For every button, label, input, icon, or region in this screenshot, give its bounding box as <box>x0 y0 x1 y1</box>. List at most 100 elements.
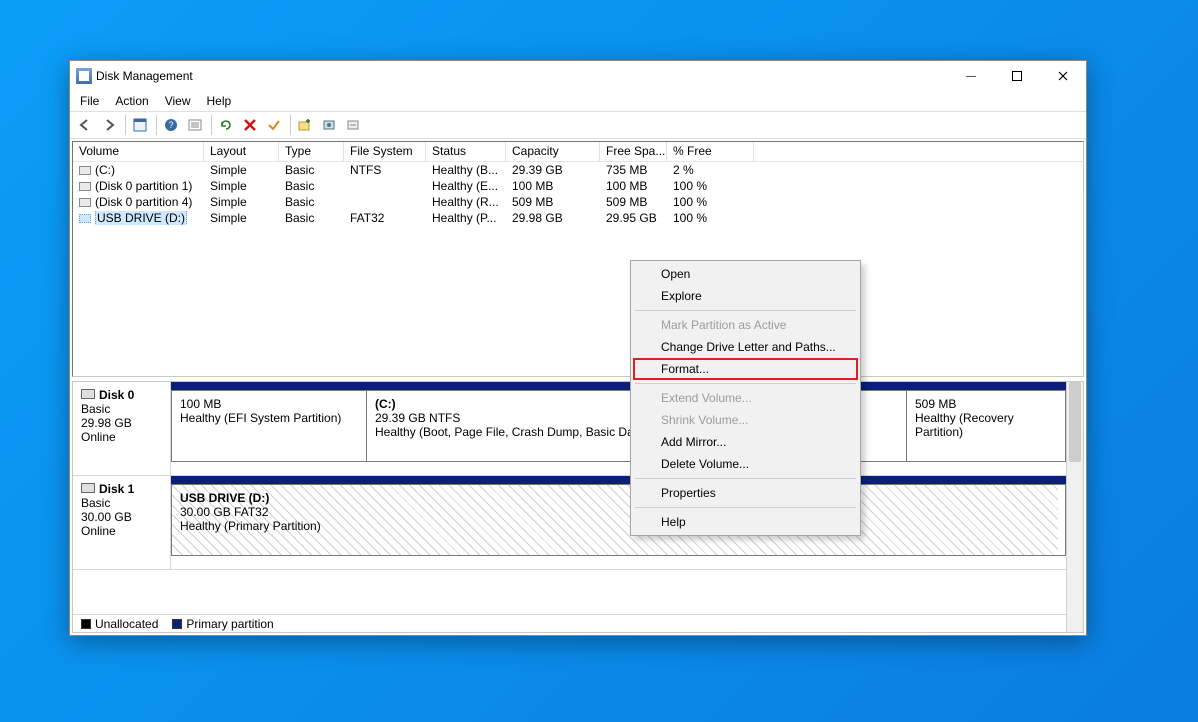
disk-kind: Basic <box>81 402 162 416</box>
properties-button[interactable] <box>184 114 206 136</box>
disk-stripe <box>171 382 1066 390</box>
disk-state: Online <box>81 430 162 444</box>
disk-label-panel[interactable]: Disk 0Basic29.98 GBOnline <box>73 382 171 475</box>
context-menu[interactable]: OpenExplore Mark Partition as ActiveChang… <box>630 260 861 536</box>
legend-primary: Primary partition <box>172 617 273 631</box>
close-button[interactable] <box>1040 61 1086 91</box>
app-icon <box>76 68 92 84</box>
legend: Unallocated Primary partition <box>73 614 1066 632</box>
disk-size: 29.98 GB <box>81 416 162 430</box>
back-arrow-icon <box>78 118 92 132</box>
toolbar: ? <box>70 111 1086 139</box>
cell: 29.39 GB <box>506 163 600 177</box>
cell: Simple <box>204 211 279 225</box>
volume-name: (Disk 0 partition 4) <box>95 195 192 209</box>
vertical-scrollbar[interactable] <box>1066 382 1083 632</box>
cell: Simple <box>204 179 279 193</box>
col-capacity[interactable]: Capacity <box>506 142 600 161</box>
volume-name: USB DRIVE (D:) <box>95 211 187 225</box>
volume-row[interactable]: (C:)SimpleBasicNTFSHealthy (B...29.39 GB… <box>73 162 1083 178</box>
col-status[interactable]: Status <box>426 142 506 161</box>
cell: (C:) <box>73 163 204 177</box>
menu-file[interactable]: File <box>72 92 107 110</box>
legend-swatch-unallocated <box>81 619 91 629</box>
maximize-button[interactable] <box>994 61 1040 91</box>
menu-item-delete-volume[interactable]: Delete Volume... <box>633 453 858 475</box>
legend-label: Primary partition <box>186 617 273 631</box>
titlebar[interactable]: Disk Management — <box>70 61 1086 91</box>
disk-bar: USB DRIVE (D:)30.00 GB FAT32Healthy (Pri… <box>171 476 1066 569</box>
partition[interactable]: 100 MBHealthy (EFI System Partition) <box>172 391 367 461</box>
cell: Healthy (R... <box>426 195 506 209</box>
menu-item-change-drive-letter-and-paths[interactable]: Change Drive Letter and Paths... <box>633 336 858 358</box>
refresh-button[interactable] <box>215 114 237 136</box>
menu-item-help[interactable]: Help <box>633 511 858 533</box>
col-spacer <box>754 142 1083 161</box>
detach-icon <box>346 118 360 132</box>
partition-group: 100 MBHealthy (EFI System Partition)(C:)… <box>171 390 1066 462</box>
volume-icon <box>79 198 91 207</box>
disk-label-panel[interactable]: Disk 1Basic30.00 GBOnline <box>73 476 171 569</box>
col-volume[interactable]: Volume <box>73 142 204 161</box>
partition[interactable]: 509 MBHealthy (Recovery Partition) <box>907 391 1057 461</box>
menu-help[interactable]: Help <box>199 92 240 110</box>
partition-size: 509 MB <box>915 397 1049 411</box>
disk-icon <box>81 483 95 493</box>
minimize-button[interactable]: — <box>948 61 994 91</box>
disk-row: Disk 0Basic29.98 GBOnline100 MBHealthy (… <box>73 382 1066 476</box>
forward-button[interactable] <box>98 114 120 136</box>
menu-item-properties[interactable]: Properties <box>633 482 858 504</box>
menu-view[interactable]: View <box>157 92 199 110</box>
partition-group: USB DRIVE (D:)30.00 GB FAT32Healthy (Pri… <box>171 484 1066 556</box>
menu-action[interactable]: Action <box>107 92 156 110</box>
partition[interactable]: USB DRIVE (D:)30.00 GB FAT32Healthy (Pri… <box>172 485 1058 555</box>
cell: Healthy (P... <box>426 211 506 225</box>
col-filesystem[interactable]: File System <box>344 142 426 161</box>
volume-icon <box>79 182 91 191</box>
volume-row[interactable]: USB DRIVE (D:)SimpleBasicFAT32Healthy (P… <box>73 210 1083 226</box>
menu-item-explore[interactable]: Explore <box>633 285 858 307</box>
delete-button[interactable] <box>239 114 261 136</box>
detach-vhd-button[interactable] <box>342 114 364 136</box>
maximize-icon <box>1012 71 1022 81</box>
cell: 100 MB <box>506 179 600 193</box>
menu-separator <box>635 507 856 508</box>
disk-map-pane: Disk 0Basic29.98 GBOnline100 MBHealthy (… <box>72 381 1084 633</box>
attach-icon <box>322 118 336 132</box>
disk-row: Disk 1Basic30.00 GBOnlineUSB DRIVE (D:)3… <box>73 476 1066 570</box>
col-layout[interactable]: Layout <box>204 142 279 161</box>
cell: 100 % <box>667 179 754 193</box>
disk-bar: 100 MBHealthy (EFI System Partition)(C:)… <box>171 382 1066 475</box>
check-icon <box>267 118 281 132</box>
attach-vhd-button[interactable] <box>318 114 340 136</box>
create-vhd-button[interactable] <box>294 114 316 136</box>
cell: Simple <box>204 195 279 209</box>
menu-item-format[interactable]: Format... <box>633 358 858 380</box>
disk-name: Disk 1 <box>99 482 134 496</box>
volume-list-pane: Volume Layout Type File System Status Ca… <box>72 141 1084 377</box>
volume-rows: (C:)SimpleBasicNTFSHealthy (B...29.39 GB… <box>73 162 1083 352</box>
volume-row[interactable]: (Disk 0 partition 4)SimpleBasicHealthy (… <box>73 194 1083 210</box>
scrollbar-thumb[interactable] <box>1069 382 1081 462</box>
cell: (Disk 0 partition 1) <box>73 179 204 193</box>
menu-item-add-mirror[interactable]: Add Mirror... <box>633 431 858 453</box>
cell: Healthy (E... <box>426 179 506 193</box>
col-pctfree[interactable]: % Free <box>667 142 754 161</box>
cell: 100 MB <box>600 179 667 193</box>
menu-item-extend-volume: Extend Volume... <box>633 387 858 409</box>
menu-item-shrink-volume: Shrink Volume... <box>633 409 858 431</box>
help-button[interactable]: ? <box>160 114 182 136</box>
back-button[interactable] <box>74 114 96 136</box>
volume-row[interactable]: (Disk 0 partition 1)SimpleBasicHealthy (… <box>73 178 1083 194</box>
col-type[interactable]: Type <box>279 142 344 161</box>
menu-item-mark-partition-as-active: Mark Partition as Active <box>633 314 858 336</box>
commit-button[interactable] <box>263 114 285 136</box>
cell: 509 MB <box>600 195 667 209</box>
menubar: File Action View Help <box>70 91 1086 111</box>
menu-item-open[interactable]: Open <box>633 263 858 285</box>
show-hide-console-button[interactable] <box>129 114 151 136</box>
cell: Basic <box>279 211 344 225</box>
disk-name: Disk 0 <box>99 388 134 402</box>
disk-size: 30.00 GB <box>81 510 162 524</box>
col-freespace[interactable]: Free Spa... <box>600 142 667 161</box>
